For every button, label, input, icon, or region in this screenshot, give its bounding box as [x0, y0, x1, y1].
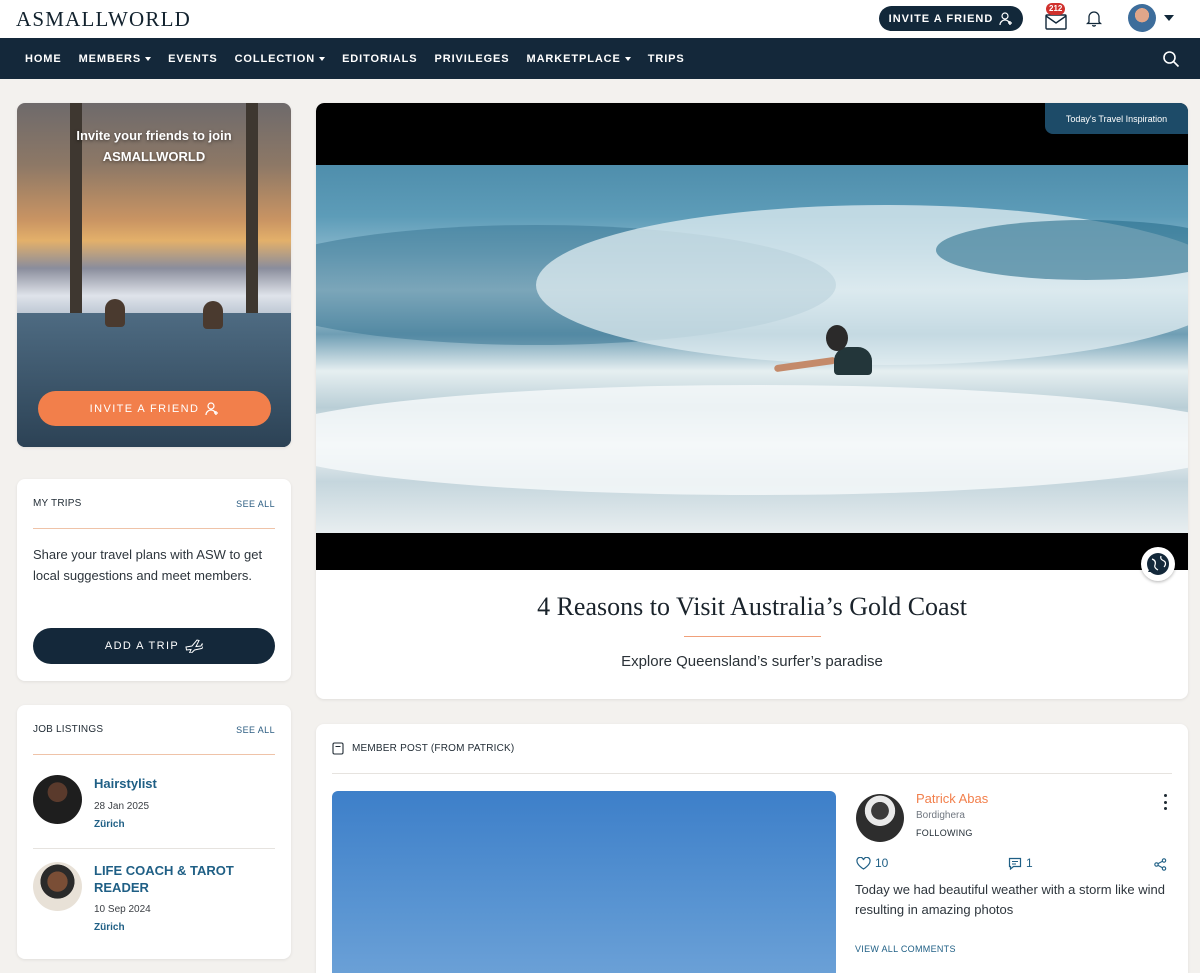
promo-invite-button[interactable]: INVITE A FRIEND: [38, 391, 271, 426]
promo-invite-label: INVITE A FRIEND: [89, 402, 200, 415]
promo-text-line2: ASMALLWORLD: [102, 149, 206, 164]
user-avatar[interactable]: [1128, 4, 1156, 32]
my-trips-card: MY TRIPS SEE ALL Share your travel plans…: [17, 479, 291, 681]
job-date: 10 Sep 2024: [94, 904, 151, 915]
invite-friend-button[interactable]: INVITE A FRIEND: [879, 6, 1023, 31]
nav-item-label: EVENTS: [168, 52, 218, 65]
nav-item-label: PRIVILEGES: [434, 52, 510, 65]
share-icon[interactable]: [1154, 858, 1167, 871]
promo-text-line1: Invite your friends to join: [76, 128, 232, 143]
add-trip-label: ADD A TRIP: [104, 640, 180, 652]
add-trip-button[interactable]: ADD A TRIP: [33, 628, 275, 664]
nav-item-events[interactable]: EVENTS: [168, 53, 217, 65]
my-trips-header: MY TRIPS SEE ALL: [33, 479, 275, 529]
bell-icon[interactable]: [1086, 9, 1102, 27]
nav-item-editorials[interactable]: EDITORIALS: [342, 53, 417, 65]
main-nav: HOME MEMBERS EVENTS COLLECTION EDITORIALS PRI…: [0, 38, 1200, 79]
globe-icon: [1141, 547, 1175, 581]
promo-image-pool: [17, 313, 291, 447]
my-trips-title: MY TRIPS: [33, 498, 82, 509]
job-location: Zürich: [94, 922, 125, 933]
nav-item-trips[interactable]: TRIPS: [648, 53, 685, 65]
view-all-comments-link[interactable]: VIEW ALL COMMENTS: [855, 944, 956, 954]
hero-title[interactable]: 4 Reasons to Visit Australia’s Gold Coas…: [316, 592, 1188, 622]
chevron-down-icon: [145, 56, 152, 61]
nav-item-label: HOME: [25, 52, 62, 65]
wave-shape: [316, 385, 1188, 495]
job-listing-item[interactable]: Hairstylist 28 Jan 2025 Zürich: [33, 775, 275, 835]
mail-count-badge: 212: [1046, 3, 1066, 15]
job-listing-item[interactable]: LIFE COACH & TAROT READER 10 Sep 2024 Zü…: [33, 862, 275, 942]
divider: [33, 848, 275, 849]
nav-item-label: MARKETPLACE: [526, 52, 621, 65]
job-listings-title: JOB LISTINGS: [33, 724, 104, 735]
job-title[interactable]: Hairstylist: [94, 775, 274, 792]
post-author-avatar[interactable]: [856, 794, 904, 842]
chevron-down-icon: [319, 56, 326, 61]
heart-icon: [856, 856, 871, 870]
promo-image-person: [203, 301, 223, 329]
my-trips-description: Share your travel plans with ASW to get …: [33, 547, 263, 583]
invite-promo-card: Invite your friends to join ASMALLWORLD …: [17, 103, 291, 447]
post-author-name[interactable]: Patrick Abas: [916, 791, 988, 806]
my-trips-see-all-link[interactable]: SEE ALL: [236, 499, 275, 509]
post-image[interactable]: [332, 791, 836, 973]
job-title[interactable]: LIFE COACH & TAROT READER: [94, 862, 274, 896]
person-add-icon: [999, 11, 1013, 25]
person-add-icon: [205, 401, 219, 415]
nav-item-members[interactable]: MEMBERS: [79, 53, 152, 65]
chevron-down-icon[interactable]: [1164, 15, 1174, 21]
travel-inspiration-badge: Today's Travel Inspiration: [1045, 103, 1188, 134]
promo-image-person: [105, 299, 125, 327]
job-listings-card: JOB LISTINGS SEE ALL Hairstylist 28 Jan …: [17, 705, 291, 959]
hero-subtitle: Explore Queensland’s surfer’s paradise: [621, 653, 883, 670]
job-avatar: [33, 775, 82, 824]
job-location: Zürich: [94, 819, 125, 830]
job-date: 28 Jan 2025: [94, 801, 150, 812]
comment-icon: [1008, 857, 1022, 870]
nav-item-privileges[interactable]: PRIVILEGES: [434, 53, 509, 65]
surfer-body: [834, 347, 872, 375]
nav-item-label: COLLECTION: [234, 52, 316, 65]
like-button[interactable]: 10: [856, 856, 888, 870]
invite-friend-label: INVITE A FRIEND: [888, 12, 994, 25]
post-text: Today we had beautiful weather with a st…: [855, 882, 1165, 917]
member-post-label: MEMBER POST (FROM PATRICK): [352, 743, 515, 754]
site-logo[interactable]: ASMALLWORLD: [16, 7, 191, 32]
job-listings-header: JOB LISTINGS SEE ALL: [33, 705, 275, 755]
follow-status[interactable]: FOLLOWING: [916, 828, 973, 838]
nav-item-label: TRIPS: [647, 52, 685, 65]
nav-item-home[interactable]: HOME: [25, 53, 62, 65]
comment-button[interactable]: 1: [1008, 856, 1033, 870]
nav-item-collection[interactable]: COLLECTION: [235, 53, 326, 65]
hero-divider: [684, 636, 821, 637]
hero-image[interactable]: [316, 165, 1188, 533]
nav-item-label: EDITORIALS: [342, 52, 418, 65]
surfer-head: [826, 325, 848, 351]
like-count: 10: [875, 856, 889, 870]
nav-item-marketplace[interactable]: MARKETPLACE: [527, 53, 631, 65]
job-avatar: [33, 862, 82, 911]
top-bar: ASMALLWORLD INVITE A FRIEND 212: [0, 0, 1200, 38]
promo-text: Invite your friends to join ASMALLWORLD: [17, 125, 291, 167]
member-post-header: MEMBER POST (FROM PATRICK): [332, 724, 1172, 774]
post-author-location: Bordighera: [916, 810, 965, 821]
nav-item-label: MEMBERS: [78, 52, 142, 65]
search-icon[interactable]: [1162, 50, 1180, 68]
travel-inspiration-card[interactable]: Today's Travel Inspiration 4 Reasons to …: [316, 103, 1188, 699]
member-post-card: MEMBER POST (FROM PATRICK) Patrick Abas …: [316, 724, 1188, 973]
more-vertical-icon[interactable]: [1158, 794, 1172, 810]
chevron-down-icon: [624, 56, 631, 61]
job-listings-see-all-link[interactable]: SEE ALL: [236, 725, 275, 735]
bookmark-icon: [332, 742, 344, 755]
comment-count: 1: [1026, 856, 1033, 870]
plane-icon: [185, 639, 204, 653]
